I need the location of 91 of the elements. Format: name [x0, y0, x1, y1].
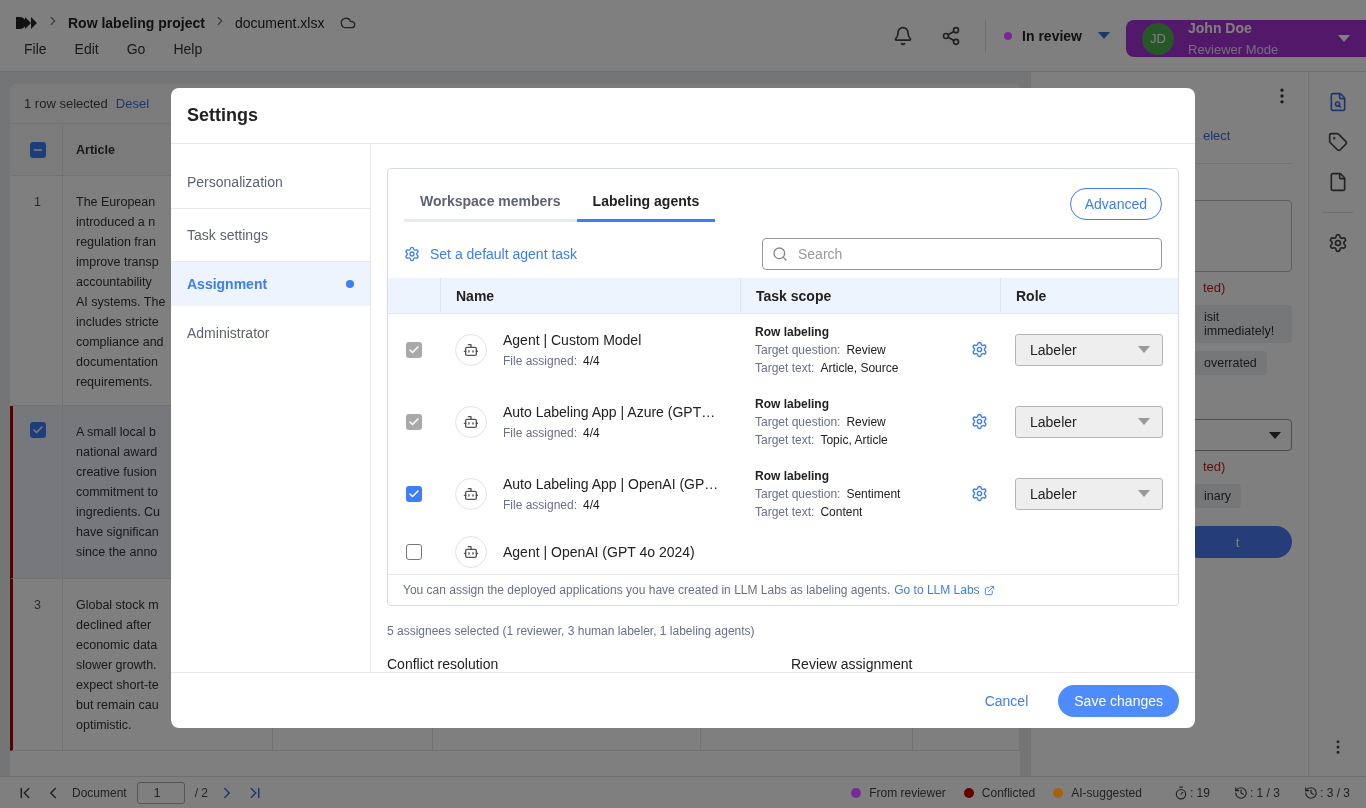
document-label: Document — [72, 785, 127, 800]
checkbox[interactable] — [29, 422, 46, 438]
select-all-checkbox[interactable] — [29, 141, 46, 158]
menu-item[interactable]: Go — [126, 41, 146, 57]
row-number: 3 — [34, 597, 41, 614]
caret-icon — [1098, 32, 1110, 39]
select-link[interactable]: elect — [1203, 128, 1292, 143]
required-note: ted) — [1203, 459, 1227, 474]
scope-title: Row labeling — [755, 396, 830, 411]
user-name: John Doe — [1188, 20, 1253, 36]
default-task-link[interactable]: Set a default agent task — [404, 246, 578, 262]
history-icon — [1303, 785, 1318, 800]
target-question: Target question: Review — [755, 342, 887, 357]
required-note: ted) — [1203, 280, 1227, 295]
check-icon — [408, 415, 420, 428]
article-text: Global stock m declined after economic data slower growth. expect short-te but remain cau optimistic. — [76, 597, 159, 734]
breadcrumb-item[interactable]: Row labeling project — [68, 14, 205, 31]
dialog-title: Settings — [187, 105, 258, 126]
agent-name: Agent | Custom Model — [503, 331, 642, 348]
tab[interactable]: Labeling agents — [576, 185, 716, 222]
legend-label: AI-suggested — [1071, 785, 1142, 800]
tag-icon[interactable] — [1327, 132, 1348, 152]
settings-icon[interactable] — [971, 485, 988, 502]
info-note: You can assign the deployed applications you have created in LLM Labs as labeling agents. — [403, 583, 891, 597]
history-icon — [1233, 785, 1248, 800]
user-panel[interactable]: JD John Doe Reviewer Mode — [1126, 20, 1366, 57]
files-assigned: File assigned: 4/4 — [503, 425, 601, 440]
selection-count: 1 row selected — [24, 96, 108, 111]
tab[interactable]: Workspace members — [404, 185, 577, 222]
checkbox[interactable] — [406, 485, 422, 502]
status-dropdown[interactable]: In review — [996, 27, 1126, 44]
settings-icon[interactable] — [971, 413, 988, 430]
page-input[interactable]: 1 — [136, 781, 185, 804]
deselect-link[interactable]: Desel — [115, 96, 150, 111]
check-icon — [31, 424, 44, 436]
llm-labs-link[interactable]: Go to LLM Labs — [894, 583, 995, 597]
advanced-button[interactable]: Advanced — [1069, 187, 1162, 220]
menu-item[interactable]: File — [24, 41, 47, 57]
target-question: Target question: Sentiment — [755, 486, 901, 501]
checkbox[interactable] — [406, 543, 422, 560]
avatar: JD — [1142, 22, 1174, 55]
legend-label: From reviewer — [869, 785, 946, 800]
nav-item[interactable]: Personalization — [171, 156, 370, 209]
files-assigned: File assigned: 4/4 — [503, 353, 601, 368]
column-header[interactable]: Article — [76, 139, 115, 160]
target-text: Target text: Topic, Article — [755, 432, 888, 447]
agent-name: Agent | OpenAI (GPT 4o 2024) — [503, 543, 695, 560]
role-select[interactable]: Labeler — [1015, 477, 1163, 510]
cancel-button[interactable]: Cancel — [976, 692, 1037, 709]
logo-icon — [16, 16, 38, 29]
column-header: Name — [456, 287, 495, 304]
agent-name: Auto Labeling App | OpenAI (GP… — [503, 475, 719, 492]
target-text: Target text: Content — [755, 504, 864, 519]
menu-item[interactable]: Help — [173, 41, 203, 57]
assignee-summary: 5 assignees selected (1 reviewer, 3 human labeler, 1 labeling agents) — [387, 624, 756, 638]
save-button[interactable]: Save changes — [1058, 684, 1179, 717]
timer-icon — [1173, 785, 1188, 800]
settings-icon[interactable] — [1327, 233, 1348, 253]
target-text: Target text: Article, Source — [755, 360, 899, 375]
nav-item[interactable]: Administrator — [171, 306, 370, 359]
settings-icon[interactable] — [971, 341, 988, 358]
column-header: Role — [1016, 287, 1047, 304]
breadcrumb-item[interactable]: document.xlsx — [234, 14, 325, 31]
user-mode: Reviewer Mode — [1188, 42, 1280, 57]
menu-item[interactable]: Edit — [74, 41, 99, 57]
share-icon[interactable] — [941, 25, 962, 46]
target-question: Target question: Review — [755, 414, 887, 429]
article-text: The European introduced a n regulation fran improve transp accountability AI systems. The includes stricte compliance and documentation requirements. — [76, 194, 166, 391]
caret-icon — [1338, 35, 1350, 42]
counter-value: : 1 / 3 — [1249, 785, 1280, 800]
search-icon — [772, 246, 788, 262]
counter-value: : 19 — [1189, 785, 1210, 800]
scope-title: Row labeling — [755, 468, 830, 483]
article-text: A small local b national award creative fusion commitment to ingredients. Cu have significan since the anno — [76, 424, 161, 561]
check-icon — [408, 343, 420, 356]
search-field[interactable]: Search — [762, 238, 1162, 270]
column-header: Task scope — [756, 287, 832, 304]
files-assigned: File assigned: 4/4 — [503, 497, 601, 512]
legend-label: Conflicted — [981, 785, 1036, 800]
nav-item[interactable]: Assignment — [171, 262, 370, 306]
scope-title: Row labeling — [755, 324, 830, 339]
settings-icon — [404, 246, 420, 262]
row-number: 1 — [34, 194, 41, 211]
section-title: Conflict resolution — [387, 656, 500, 672]
section-title: Review assignment — [791, 656, 914, 672]
page-total: / 2 — [194, 785, 209, 800]
bell-icon[interactable] — [893, 25, 914, 46]
counter-value: : 3 / 3 — [1319, 785, 1350, 800]
external-link-icon — [983, 584, 995, 596]
check-icon — [408, 487, 420, 500]
agent-name: Auto Labeling App | Azure (GPT… — [503, 403, 716, 420]
